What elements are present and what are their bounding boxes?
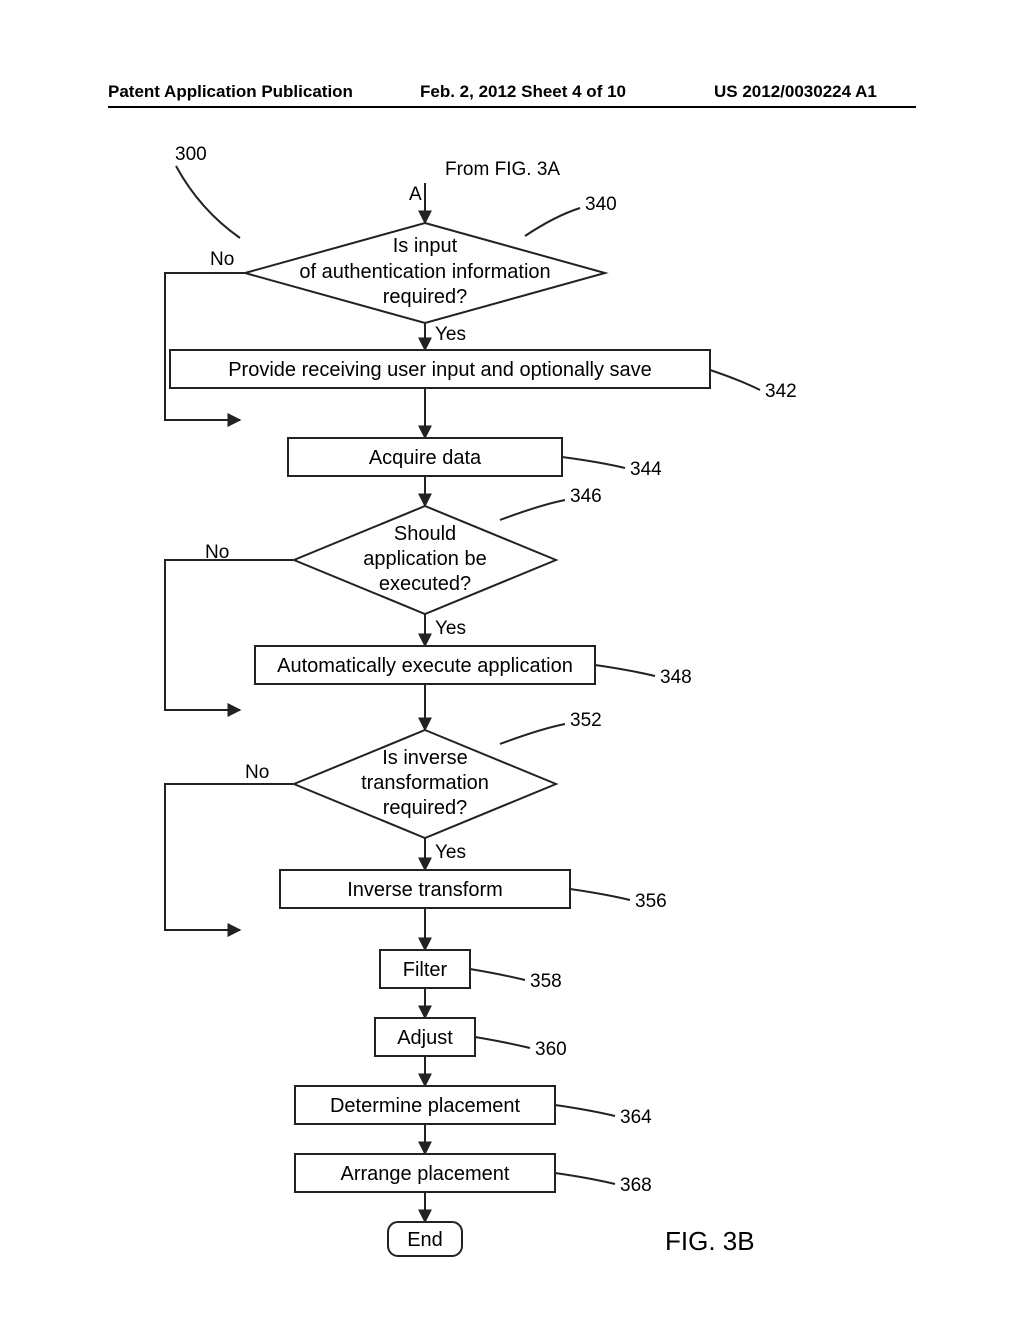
svg-text:358: 358 [530,971,562,992]
figure-label: FIG. 3B [665,1226,755,1256]
box-358: Filter [380,950,470,988]
decision-352: Is inverse transformation required? [294,730,556,838]
box-364: Determine placement [295,1086,555,1124]
svg-text:application be: application be [363,548,486,570]
svg-text:360: 360 [535,1039,567,1060]
svg-text:364: 364 [620,1107,652,1128]
box-344: Acquire data [288,438,562,476]
svg-text:Adjust: Adjust [397,1027,453,1049]
svg-text:End: End [407,1229,443,1251]
svg-text:Yes: Yes [435,324,466,345]
svg-text:transformation: transformation [361,772,489,794]
svg-text:required?: required? [383,286,468,308]
svg-text:No: No [210,249,234,270]
svg-text:No: No [245,762,269,783]
decision-340: Is input of authentication information r… [245,223,605,323]
svg-text:356: 356 [635,891,667,912]
ref-300: 300 [175,144,207,165]
svg-text:Inverse transform: Inverse transform [347,879,503,901]
svg-text:348: 348 [660,667,692,688]
terminal-end: End [388,1222,462,1256]
svg-text:Should: Should [394,523,456,545]
connector-a: A [409,184,422,205]
svg-text:of authentication information: of authentication information [299,261,550,283]
svg-text:368: 368 [620,1175,652,1196]
box-360: Adjust [375,1018,475,1056]
box-348: Automatically execute application [255,646,595,684]
box-342: Provide receiving user input and optiona… [170,350,710,388]
svg-text:Determine placement: Determine placement [330,1095,521,1117]
svg-text:342: 342 [765,381,797,402]
svg-text:Is inverse: Is inverse [382,747,468,769]
svg-text:Acquire data: Acquire data [369,447,482,469]
svg-text:Provide receiving user input a: Provide receiving user input and optiona… [228,359,652,381]
ref-340-label: 340 [585,194,617,215]
box-368: Arrange placement [295,1154,555,1192]
from-fig-label: From FIG. 3A [445,159,560,180]
svg-text:executed?: executed? [379,573,471,595]
svg-text:Yes: Yes [435,618,466,639]
ref-300-leader [176,166,240,238]
box-356: Inverse transform [280,870,570,908]
svg-text:344: 344 [630,459,662,480]
flowchart: 300 From FIG. 3A A Is input of authentic… [0,0,1024,1320]
svg-text:352: 352 [570,710,602,731]
svg-text:Arrange placement: Arrange placement [341,1163,510,1185]
svg-text:346: 346 [570,486,602,507]
decision-346: Should application be executed? [294,506,556,614]
svg-text:Automatically execute applicat: Automatically execute application [277,655,573,677]
svg-text:required?: required? [383,797,468,819]
svg-text:Filter: Filter [403,959,448,981]
svg-text:Yes: Yes [435,842,466,863]
svg-text:Is input: Is input [393,235,458,257]
